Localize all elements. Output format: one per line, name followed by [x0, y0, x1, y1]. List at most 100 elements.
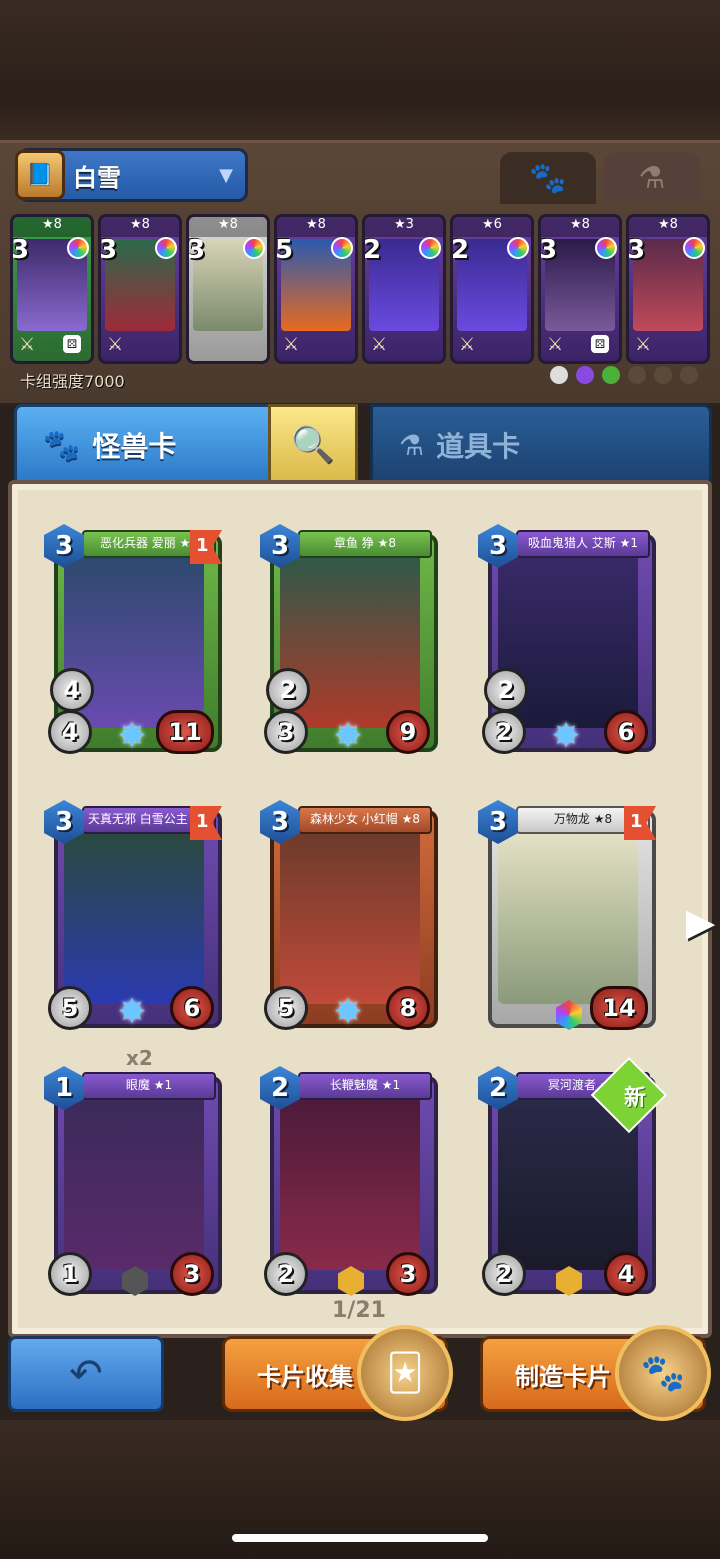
monster-card[interactable]: 冥河渡者 ★1 2 2 4 新 — [478, 1056, 668, 1296]
card-art — [64, 826, 204, 1004]
craft-card-button[interactable]: 制造卡片 🐾 — [480, 1325, 711, 1421]
paw-icon: 🐾 — [43, 427, 81, 463]
monster-card[interactable]: 章鱼 狰 ★8 3 2 3 ✸ 9 — [260, 524, 438, 756]
deck-card-stars: ★6 — [453, 217, 531, 237]
paw-potion-icon: 🐾 — [615, 1325, 711, 1421]
deck-card-cost: 2 — [451, 235, 470, 265]
deck-selector[interactable]: 📘 白雪 ▼ — [15, 148, 248, 202]
card-art — [64, 1092, 204, 1270]
deck-card-stars: ★3 — [365, 217, 443, 237]
deck-name: 白雪 — [73, 163, 121, 192]
paw-icon: 🐾 — [529, 160, 567, 196]
deck-element-icons — [550, 366, 698, 384]
sword-icon: ⚔ — [371, 334, 388, 355]
sword-icon: ⚔ — [19, 334, 36, 355]
back-arrow-icon: ↶ — [69, 1351, 103, 1397]
sword-icon: ⚔ — [459, 334, 476, 355]
card-collection-button[interactable]: 卡片收集 🃏 — [222, 1325, 453, 1421]
deck-card[interactable]: ★8 3 ⚔ — [626, 214, 710, 364]
deck-card-cost: 3 — [187, 235, 206, 265]
card-attack: 2 — [264, 1252, 308, 1296]
shadow-icon — [576, 366, 594, 384]
deck-card[interactable]: ★8 5 ⚔ — [274, 214, 358, 364]
tab-monster-cards[interactable]: 🐾 怪兽卡 — [14, 404, 274, 486]
card-attack: 5 — [264, 986, 308, 1030]
element-gem-icon — [595, 237, 617, 259]
card-health: 8 — [386, 986, 430, 1030]
sword-icon: ⚔ — [283, 334, 300, 355]
dice-icon: ⚄ — [591, 335, 609, 353]
deck-card-cost: 3 — [539, 235, 558, 265]
chevron-right-icon[interactable]: ▶ — [686, 900, 715, 944]
nature-icon — [602, 366, 620, 384]
card-dice-value: 4 — [50, 668, 94, 712]
tab-monster-deck[interactable]: 🐾 — [500, 152, 596, 204]
page-indicator: 1/21 — [332, 1298, 386, 1323]
card-name: 眼魔 ★1 — [82, 1072, 216, 1100]
deck-card[interactable]: ★8 3 — [186, 214, 270, 364]
monster-card[interactable]: 眼魔 ★1 1 1 3 — [44, 1066, 222, 1296]
deck-card-cost: 5 — [275, 235, 294, 265]
card-collection-label: 卡片收集 — [257, 1362, 353, 1391]
deck-card-stars: ★8 — [541, 217, 619, 237]
top-wood-frame — [0, 0, 720, 140]
card-art — [498, 826, 638, 1004]
deck-strength: 卡组强度7000 — [20, 372, 125, 391]
monster-card[interactable]: 恶化兵器 爱丽 ★8 3 1 4 4 ✸ 11 — [44, 524, 222, 756]
deck-card-stars: ★8 — [189, 217, 267, 237]
element-gem-icon — [243, 237, 265, 259]
deck-card[interactable]: ★8 3 ⚔ — [98, 214, 182, 364]
star-icon: ✸ — [117, 992, 147, 1032]
deck-card-cost: 3 — [11, 235, 30, 265]
potion-icon: ⚗ — [399, 428, 425, 462]
card-dice-value: 2 — [484, 668, 528, 712]
element-gem-icon — [67, 237, 89, 259]
star-icon: ✸ — [333, 716, 363, 756]
neutral-icon — [550, 366, 568, 384]
card-health: 3 — [170, 1252, 214, 1296]
search-button[interactable]: 🔍 — [268, 404, 358, 486]
card-name: 吸血鬼猎人 艾斯 ★1 — [516, 530, 650, 558]
deck-card-cost: 3 — [627, 235, 646, 265]
back-button[interactable]: ↶ — [8, 1336, 164, 1412]
new-badge-label: 新 — [623, 1086, 646, 1111]
deck-card-stars: ★8 — [277, 217, 355, 237]
element-gem-icon — [507, 237, 529, 259]
monster-card[interactable]: 森林少女 小红帽 ★8 3 5 ✸ 8 — [260, 800, 438, 1032]
card-name: 章鱼 狰 ★8 — [298, 530, 432, 558]
deck-card-stars: ★8 — [13, 217, 91, 237]
element-gem-icon — [683, 237, 705, 259]
element-gem-icon — [331, 237, 353, 259]
fire-icon — [680, 366, 698, 384]
tab-item-deck[interactable]: ⚗ — [604, 152, 700, 204]
card-health: 4 — [604, 1252, 648, 1296]
element-gem-icon — [155, 237, 177, 259]
dropdown-arrow-icon: ▼ — [219, 164, 233, 186]
deck-card-row: ★8 3 ⚔ ⚄ ★8 3 ⚔ ★8 3 ★8 5 ⚔ ★3 2 ⚔ ★6 2 … — [10, 214, 710, 364]
deck-book-icon: 📘 — [15, 150, 65, 200]
deck-card[interactable]: ★3 2 ⚔ — [362, 214, 446, 364]
sword-icon: ⚔ — [547, 334, 564, 355]
beast-icon — [628, 366, 646, 384]
monster-card[interactable]: 万物龙 ★8 3 1 14 — [478, 800, 656, 1030]
tab-item-cards[interactable]: ⚗ 道具卡 — [370, 404, 712, 486]
card-health: 6 — [604, 710, 648, 754]
deck-card[interactable]: ★8 3 ⚔ ⚄ — [10, 214, 94, 364]
dice-icon: ⚄ — [63, 335, 81, 353]
card-health: 9 — [386, 710, 430, 754]
card-health: 3 — [386, 1252, 430, 1296]
potion-icon: ⚗ — [638, 160, 666, 196]
deck-card-cost: 2 — [363, 235, 382, 265]
card-album-icon: 🃏 — [357, 1325, 453, 1421]
card-attack: 3 — [264, 710, 308, 754]
card-attack: 5 — [48, 986, 92, 1030]
monster-card[interactable]: 吸血鬼猎人 艾斯 ★1 3 2 2 ✸ 6 — [478, 524, 656, 756]
deck-card[interactable]: ★8 3 ⚔ ⚄ — [538, 214, 622, 364]
deck-card[interactable]: ★6 2 ⚔ — [450, 214, 534, 364]
magnifier-icon: 🔍 — [290, 425, 336, 466]
card-attack: 4 — [48, 710, 92, 754]
monster-card[interactable]: 天真无邪 白雪公主 ★8 3 1 5 ✸ 6 — [44, 800, 222, 1032]
card-health: 14 — [590, 986, 648, 1030]
monster-card[interactable]: 长鞭魅魔 ★1 2 2 3 — [260, 1066, 438, 1296]
card-attack: 1 — [48, 1252, 92, 1296]
